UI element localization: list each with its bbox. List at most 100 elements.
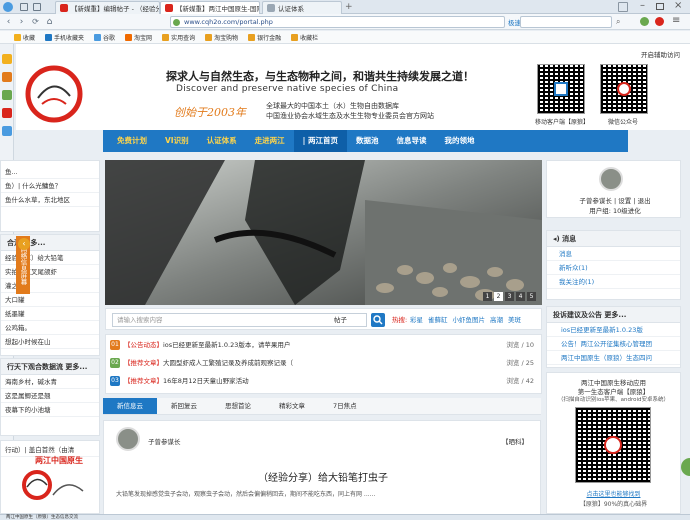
skin-icon[interactable] [618,2,628,12]
pager-dot[interactable]: 4 [516,292,525,301]
announcement-title[interactable]: 投诉建议及公告 更多... [547,307,680,323]
status-bar: 两江中国原生（原狼）生态信息交流 [0,514,690,520]
hot-term[interactable]: 高潮 [490,314,503,324]
browser-search-input[interactable] [520,16,612,28]
bookmark-item[interactable]: 谷歌 [94,33,115,42]
chat-icon[interactable] [2,90,12,100]
hot-term[interactable]: 小虾鱼图片 [453,314,486,324]
news-row[interactable]: 02 【推荐文章】大圆型虾成人工繁殖记录及养成前观察记录（ 浏览 / 25 [110,356,538,370]
accessibility-link[interactable]: 开启辅助访问 [641,49,680,59]
nav-vi[interactable]: VI识别 [156,130,198,152]
announcement-item[interactable]: ios已经更新至最新1.0.23版 [547,323,680,337]
list-item[interactable]: 公鸡箱。 [1,321,99,335]
logout-link[interactable]: 退出 [638,197,651,205]
featured-photo[interactable]: 1 2 3 4 5 [105,160,542,305]
home-button[interactable]: ⌂ [44,17,55,27]
aquarium-photo [105,160,542,305]
bookmark-item[interactable]: 银行金融 [248,33,281,42]
bookmark-item[interactable]: 手机收藏夹 [45,33,84,42]
plugin-icon[interactable] [655,17,664,26]
list-item[interactable]: 大口罐 [1,293,99,307]
news-row[interactable]: 03 【推荐文章】16年8月12日天童山野家活动 浏览 / 42 [110,374,538,388]
list-item[interactable]: 鱼... [1,165,99,179]
floating-share-button[interactable] [681,458,690,476]
pager-dot-active[interactable]: 2 [494,292,503,301]
slogan-cn: 探求人与自然生态，与生态物种之间，和谐共生持续发展之道！ [166,70,474,83]
forward-button[interactable]: › [16,17,27,27]
username[interactable]: 子曾参谋长 [579,197,612,205]
favorites-icon[interactable] [2,54,12,64]
close-window-button[interactable]: × [674,0,682,11]
bookmark-item[interactable]: 淘宝网 [125,33,152,42]
list-item[interactable]: 这是属鲫还是翘 [1,389,99,403]
announcement-item[interactable]: 两江中国原生（原狼）生态四问 [547,351,680,365]
tab-new-info[interactable]: 新信息云 [103,398,157,414]
tab-menu-icon[interactable] [20,3,28,11]
search-type-select[interactable]: 帖子 [334,314,347,324]
message-item[interactable]: 新听众(1) [547,261,680,275]
avatar[interactable] [599,167,623,191]
post-author[interactable]: 子曾参谋长 [148,436,181,446]
menu-icon[interactable]: ≡ [672,15,680,26]
nav-about[interactable]: 走进两江 [246,130,294,152]
message-item[interactable]: 我关注的(1) [547,275,680,289]
url-input[interactable]: www.cqh2o.com/portal.php [170,16,505,28]
post-title[interactable]: （经验分享）给大铅笔打虫子 [104,469,542,484]
site-logo[interactable] [24,64,86,124]
announcement-item[interactable]: 公告！两江公开征集核心管理团 [547,337,680,351]
tab-0[interactable]: 【新媒重】编辑帖子 - （经验分享） [55,1,160,14]
tab-7day[interactable]: 7日焦点 [319,398,371,414]
new-tab-button[interactable]: + [345,3,353,12]
list-item[interactable]: 鱼）| 什么光鳙鱼？ [1,179,99,193]
refresh-button[interactable]: ⟳ [30,17,41,27]
tab-featured[interactable]: 精彩文章 [265,398,319,414]
tab-1[interactable]: 【新媒重】两江中国原生-国际... × [160,1,260,14]
window-icon[interactable] [33,3,41,11]
message-item[interactable]: 消息 [547,247,680,261]
tab-thoughts[interactable]: 思想首论 [211,398,265,414]
block-title[interactable]: 行天下观合数据流 更多... [1,359,99,375]
collapse-arrow-icon[interactable]: ‹ [18,238,30,250]
bookmark-item[interactable]: 淘宝购物 [205,33,238,42]
hot-term[interactable]: 雀藓缸 [428,314,448,324]
pager-dot[interactable]: 1 [483,292,492,301]
history-icon[interactable] [2,72,12,82]
bookmark-item[interactable]: 收藏 [14,33,35,42]
nav-info[interactable]: 信息导读 [387,130,435,152]
download-icon[interactable] [2,126,12,136]
tab-new-replies[interactable]: 新回复云 [157,398,211,414]
site-search-input[interactable]: 请输入搜索内容 [112,313,367,327]
list-item[interactable]: 海南乡村，碱水青 [1,375,99,389]
bookmark-item[interactable]: 实用查询 [162,33,195,42]
nav-my-territory[interactable]: 我的领地 [435,130,483,152]
hot-term[interactable]: 美斑 [508,314,521,324]
hot-term[interactable]: 彩星 [410,314,423,324]
extension-icon[interactable] [640,17,649,26]
minimize-button[interactable]: – [640,0,645,11]
nav-data-pool[interactable]: 数据池 [347,130,388,152]
nav-certification[interactable]: 认证体系 [198,130,246,152]
settings-link[interactable]: 设置 [618,197,631,205]
avatar[interactable] [116,427,140,451]
news-row[interactable]: 01 【公告动态】ios已经更新至最新1.0.23版本，请苹果用户 浏览 / 10 [110,338,538,352]
secure-site-icon [173,19,180,26]
game-icon[interactable] [2,108,12,118]
maximize-button[interactable] [656,3,664,10]
app-link[interactable]: 点击这里也能够找到 [547,489,680,498]
taobao-icon [125,33,133,41]
nav-free-plan[interactable]: 免费计划 [103,130,156,152]
post-card[interactable]: 子曾参谋长 【晒科】 （经验分享）给大铅笔打虫子 大铅笔发现掉感觉虫子会动，观察… [103,420,541,520]
back-button[interactable]: ‹ [3,17,14,27]
search-icon[interactable]: ⌕ [616,17,620,27]
tab-2[interactable]: 认证体系 [262,1,342,14]
list-item[interactable]: 夜幕下的小池塘 [1,403,99,417]
pager-dot[interactable]: 5 [527,292,536,301]
site-search-button[interactable] [371,313,385,327]
bookmark-item[interactable]: 收藏栏 [291,33,318,42]
pager-dot[interactable]: 3 [505,292,514,301]
nav-home[interactable]: | 两江首页 [293,130,347,152]
list-item[interactable]: 纸墨罐 [1,307,99,321]
list-item[interactable]: 鱼什么水草，东北地区 [1,193,99,207]
list-item[interactable]: 想起小时候在山 [1,335,99,349]
browser-logo-icon[interactable] [3,2,13,12]
